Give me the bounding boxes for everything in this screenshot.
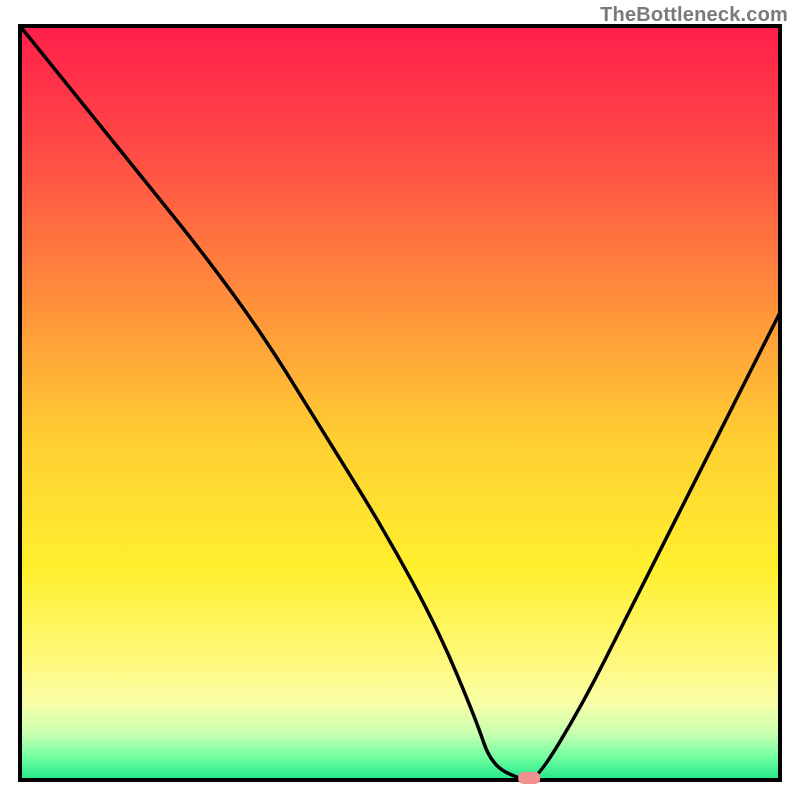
watermark-text: TheBottleneck.com	[600, 4, 788, 27]
chart-plot-area	[20, 26, 780, 780]
optimal-point-marker	[518, 772, 540, 784]
bottleneck-chart	[0, 0, 800, 800]
